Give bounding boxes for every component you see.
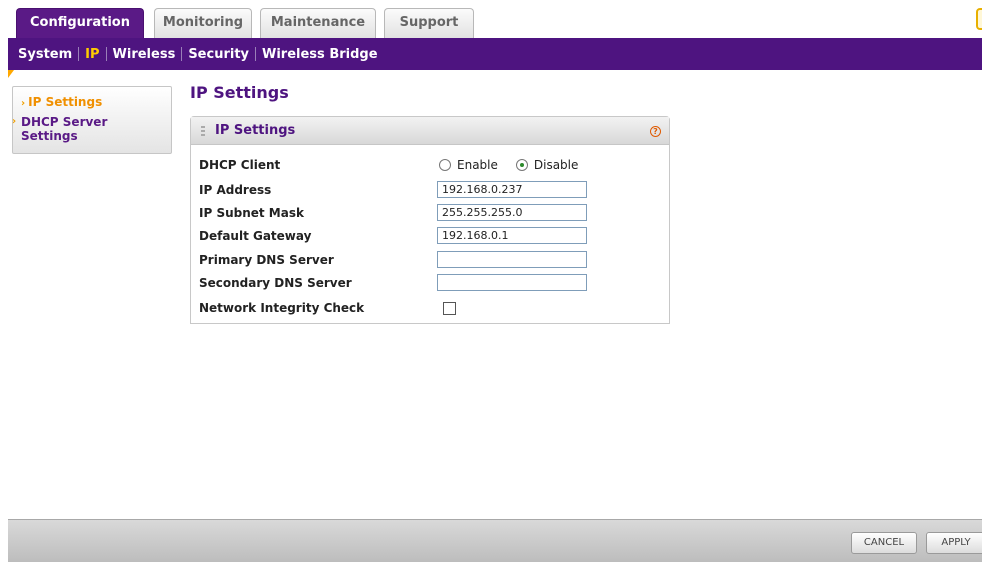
menu-arrow-icon: › (21, 98, 26, 109)
cancel-button[interactable]: CANCEL (851, 532, 917, 554)
sidebar-menu: › IP Settings › DHCP Server Settings (12, 86, 172, 154)
router-admin-window: Configuration Monitoring Maintenance Sup… (8, 0, 982, 562)
ip-address-label: IP Address (199, 183, 272, 197)
secondary-dns-label: Secondary DNS Server (199, 276, 352, 290)
ip-settings-panel: IP Settings ? DHCP Client Enable Disable… (190, 116, 670, 324)
dhcp-client-radio-group: Enable Disable (439, 158, 578, 172)
panel-header: IP Settings ? (191, 117, 669, 145)
sidebar-item-ip-settings[interactable]: › IP Settings (21, 95, 102, 109)
dhcp-enable-radio[interactable] (439, 159, 451, 171)
tab-monitoring[interactable]: Monitoring (154, 8, 252, 38)
dhcp-disable-label: Disable (533, 158, 579, 172)
top-tab-bar: Configuration Monitoring Maintenance Sup… (8, 8, 982, 39)
primary-dns-label: Primary DNS Server (199, 253, 334, 267)
panel-grip-icon (201, 126, 205, 136)
default-gateway-label: Default Gateway (199, 229, 312, 243)
menu-arrow-icon: › (12, 116, 17, 127)
sidebar-item-label: DHCP Server Settings (21, 115, 108, 143)
default-gateway-input[interactable] (437, 227, 587, 244)
subnav-wireless-bridge[interactable]: Wireless Bridge (256, 47, 384, 62)
primary-dns-input[interactable] (437, 251, 587, 268)
corner-badge-icon (976, 8, 982, 30)
subnav-system[interactable]: System (12, 47, 78, 62)
dhcp-client-label: DHCP Client (199, 158, 281, 172)
sidebar-item-dhcp-server-settings[interactable]: › DHCP Server Settings (12, 115, 151, 143)
page-title: IP Settings (190, 83, 289, 102)
panel-title: IP Settings (215, 123, 296, 138)
tab-configuration[interactable]: Configuration (16, 8, 144, 39)
tab-maintenance[interactable]: Maintenance (260, 8, 376, 38)
subnav-wireless[interactable]: Wireless (107, 47, 182, 62)
subnav-security[interactable]: Security (182, 47, 255, 62)
network-integrity-check-checkbox[interactable] (443, 302, 456, 315)
subnet-mask-input[interactable] (437, 204, 587, 221)
tab-support[interactable]: Support (384, 8, 474, 38)
sidebar-item-label: IP Settings (28, 95, 103, 109)
secondary-dns-input[interactable] (437, 274, 587, 291)
subnav-ip[interactable]: IP (79, 47, 105, 62)
subnet-mask-label: IP Subnet Mask (199, 206, 304, 220)
dhcp-enable-label: Enable (457, 158, 498, 172)
network-integrity-check-label: Network Integrity Check (199, 301, 365, 315)
subnav-pointer-icon (8, 70, 14, 78)
sub-navigation: System IP Wireless Security Wireless Bri… (8, 38, 982, 70)
ip-address-input[interactable] (437, 181, 587, 198)
action-bar: CANCEL APPLY (8, 519, 982, 562)
dhcp-disable-radio[interactable] (515, 159, 528, 171)
help-icon[interactable]: ? (650, 126, 661, 137)
apply-button[interactable]: APPLY (926, 532, 982, 554)
